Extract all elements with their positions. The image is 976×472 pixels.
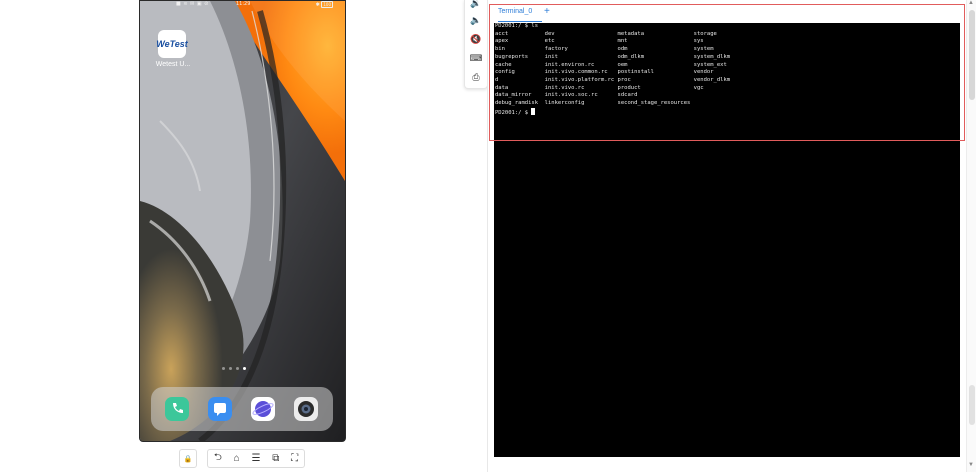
keyboard-icon[interactable]: ⌨	[469, 51, 483, 65]
home-icon[interactable]: ⌂	[234, 453, 240, 464]
page-dot	[229, 367, 232, 370]
battery-icon: 100	[321, 1, 333, 8]
add-tab-button[interactable]: +	[544, 6, 550, 17]
lock-button[interactable]: 🔒	[179, 449, 197, 468]
scrollbar[interactable]: ▲ ▼	[966, 0, 976, 472]
nav-controls: ⮌ ⌂ ☰ ⧉ ⛶	[207, 449, 305, 468]
terminal-panel: Terminal_0 + PD2001:/ $ ls acct dev meta…	[488, 0, 976, 472]
menu-icon[interactable]: ☰	[251, 453, 260, 464]
phone-icon[interactable]	[165, 397, 189, 421]
status-bar: ■ ≋ ✉ ▣ ⊘ 11:29 ✱ 100	[140, 1, 345, 10]
browser-icon[interactable]	[251, 397, 275, 421]
mute-icon[interactable]: 🔇	[469, 32, 483, 46]
status-icons: ■ ≋ ✉ ▣ ⊘	[176, 1, 209, 7]
scroll-down-arrow-icon[interactable]: ▼	[968, 462, 974, 468]
fullscreen-icon[interactable]: ⛶	[291, 453, 298, 464]
wetest-logo-text: WeTest	[156, 39, 188, 49]
page-dot	[236, 367, 239, 370]
app-icon-wetest[interactable]: WeTest	[156, 30, 188, 58]
scrollbar-thumb[interactable]	[969, 10, 975, 100]
app-label-wetest: Wetest U...	[155, 61, 191, 68]
terminal-output[interactable]: PD2001:/ $ ls acct dev metadata storage …	[494, 23, 960, 457]
camera-icon[interactable]	[294, 397, 318, 421]
volume-down-icon[interactable]: 🔉	[469, 0, 483, 10]
phone-screen[interactable]: ■ ≋ ✉ ▣ ⊘ 11:29 ✱ 100 WeTest Wetest U...	[139, 0, 346, 442]
dock	[151, 387, 333, 431]
status-right: ✱ 100	[316, 1, 333, 8]
screen-rotate-icon[interactable]: ⧉	[272, 453, 279, 464]
device-toolbar: 🔉 🔈 🔇 ⌨ ⎙	[464, 0, 488, 89]
terminal-prompt: PD2001:/ $	[495, 109, 532, 116]
terminal-cursor	[531, 107, 536, 115]
page-dot	[222, 367, 225, 370]
scroll-up-arrow-icon[interactable]: ▲	[968, 0, 974, 6]
bluetooth-icon: ✱	[315, 2, 320, 8]
volume-up-icon[interactable]: 🔈	[469, 13, 483, 27]
back-icon[interactable]: ⮌	[214, 450, 222, 467]
page-indicator	[222, 367, 246, 371]
page-dot-active	[243, 367, 246, 370]
lock-icon: 🔒	[183, 455, 193, 463]
status-time: 11:29	[236, 1, 251, 7]
scrollbar-thumb-lower[interactable]	[969, 385, 975, 425]
messages-icon[interactable]	[208, 397, 232, 421]
screenshot-icon[interactable]: ⎙	[469, 70, 483, 84]
terminal-text: PD2001:/ $ ls acct dev metadata storage …	[495, 23, 730, 117]
tab-terminal-0[interactable]: Terminal_0	[498, 8, 542, 22]
terminal-lines: PD2001:/ $ ls acct dev metadata storage …	[495, 23, 731, 107]
